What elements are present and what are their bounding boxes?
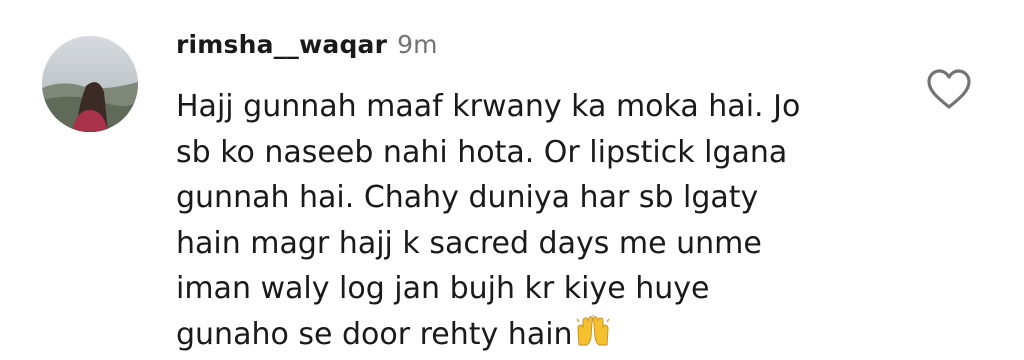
comment-header: rimsha__waqar 9m — [176, 30, 437, 64]
comment-text: Hajj gunnah maaf krwany ka moka hai. Jo … — [176, 84, 896, 360]
comment-text-line-last: gunaho se door rehty hain — [176, 312, 896, 360]
comment: rimsha__waqar 9m Hajj gunnah maaf krwany… — [0, 0, 1024, 355]
comment-text-line: Hajj gunnah maaf krwany ka moka hai. Jo — [176, 84, 896, 130]
avatar[interactable] — [42, 36, 138, 132]
heart-outline-icon[interactable] — [926, 68, 972, 110]
comment-text-line: iman waly log jan bujh kr kiye huye — [176, 266, 896, 312]
raising-hands-emoji — [575, 315, 611, 360]
comment-text-line: gunaho se door rehty hain — [176, 317, 573, 352]
comment-text-line: gunnah hai. Chahy duniya har sb lgaty — [176, 175, 896, 221]
comment-text-line: hain magr hajj k sacred days me unme — [176, 221, 896, 267]
comment-text-line: sb ko naseeb nahi hota. Or lipstick lgan… — [176, 130, 896, 176]
avatar-image — [42, 36, 138, 132]
timestamp: 9m — [397, 30, 437, 59]
username[interactable]: rimsha__waqar — [176, 30, 387, 59]
